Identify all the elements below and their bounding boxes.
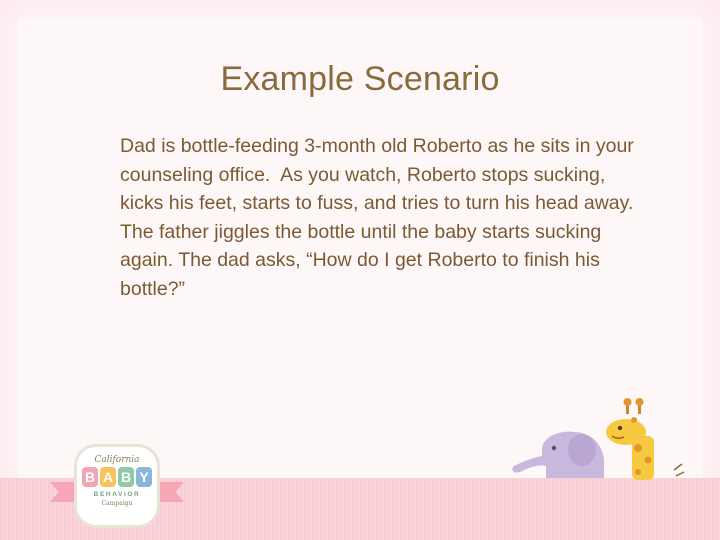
elephant-icon <box>512 431 604 478</box>
sparkle-icon <box>673 463 685 477</box>
logo-line-california: California <box>94 455 140 465</box>
logo-letter: A <box>100 467 116 487</box>
logo-letter: B <box>82 467 98 487</box>
logo-plate: California BABY BEHAVIOR Campaign <box>74 444 160 528</box>
logo-line-behavior: BEHAVIOR <box>93 491 141 498</box>
giraffe-icon <box>606 398 654 480</box>
logo-line-campaign: Campaign <box>101 500 133 507</box>
baby-behavior-logo: California BABY BEHAVIOR Campaign <box>50 442 184 532</box>
scenario-text: Dad is bottle-feeding 3-month old Robert… <box>120 135 644 300</box>
slide-title: Example Scenario <box>220 60 500 98</box>
animals-illustration <box>512 398 685 480</box>
logo-letter: Y <box>136 467 152 487</box>
logo-baby-word: BABY <box>77 467 157 491</box>
logo-letter: B <box>118 467 134 487</box>
